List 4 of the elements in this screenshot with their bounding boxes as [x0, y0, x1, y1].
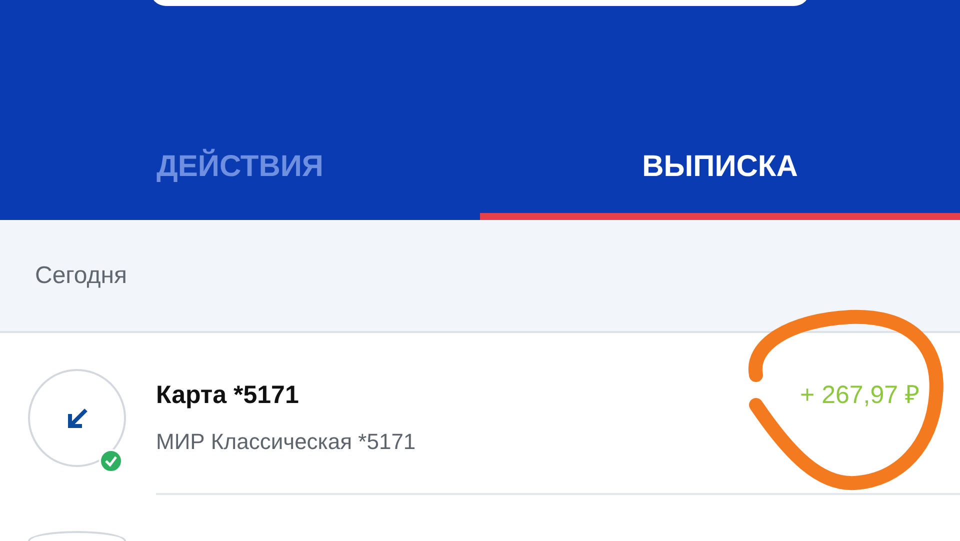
transaction-title: Карта *5171 [156, 380, 300, 411]
date-label: Сегодня [35, 260, 127, 290]
transaction-subtitle: МИР Классическая *5171 [156, 428, 416, 456]
transaction-amount: + 267,97 ₽ [800, 380, 920, 411]
